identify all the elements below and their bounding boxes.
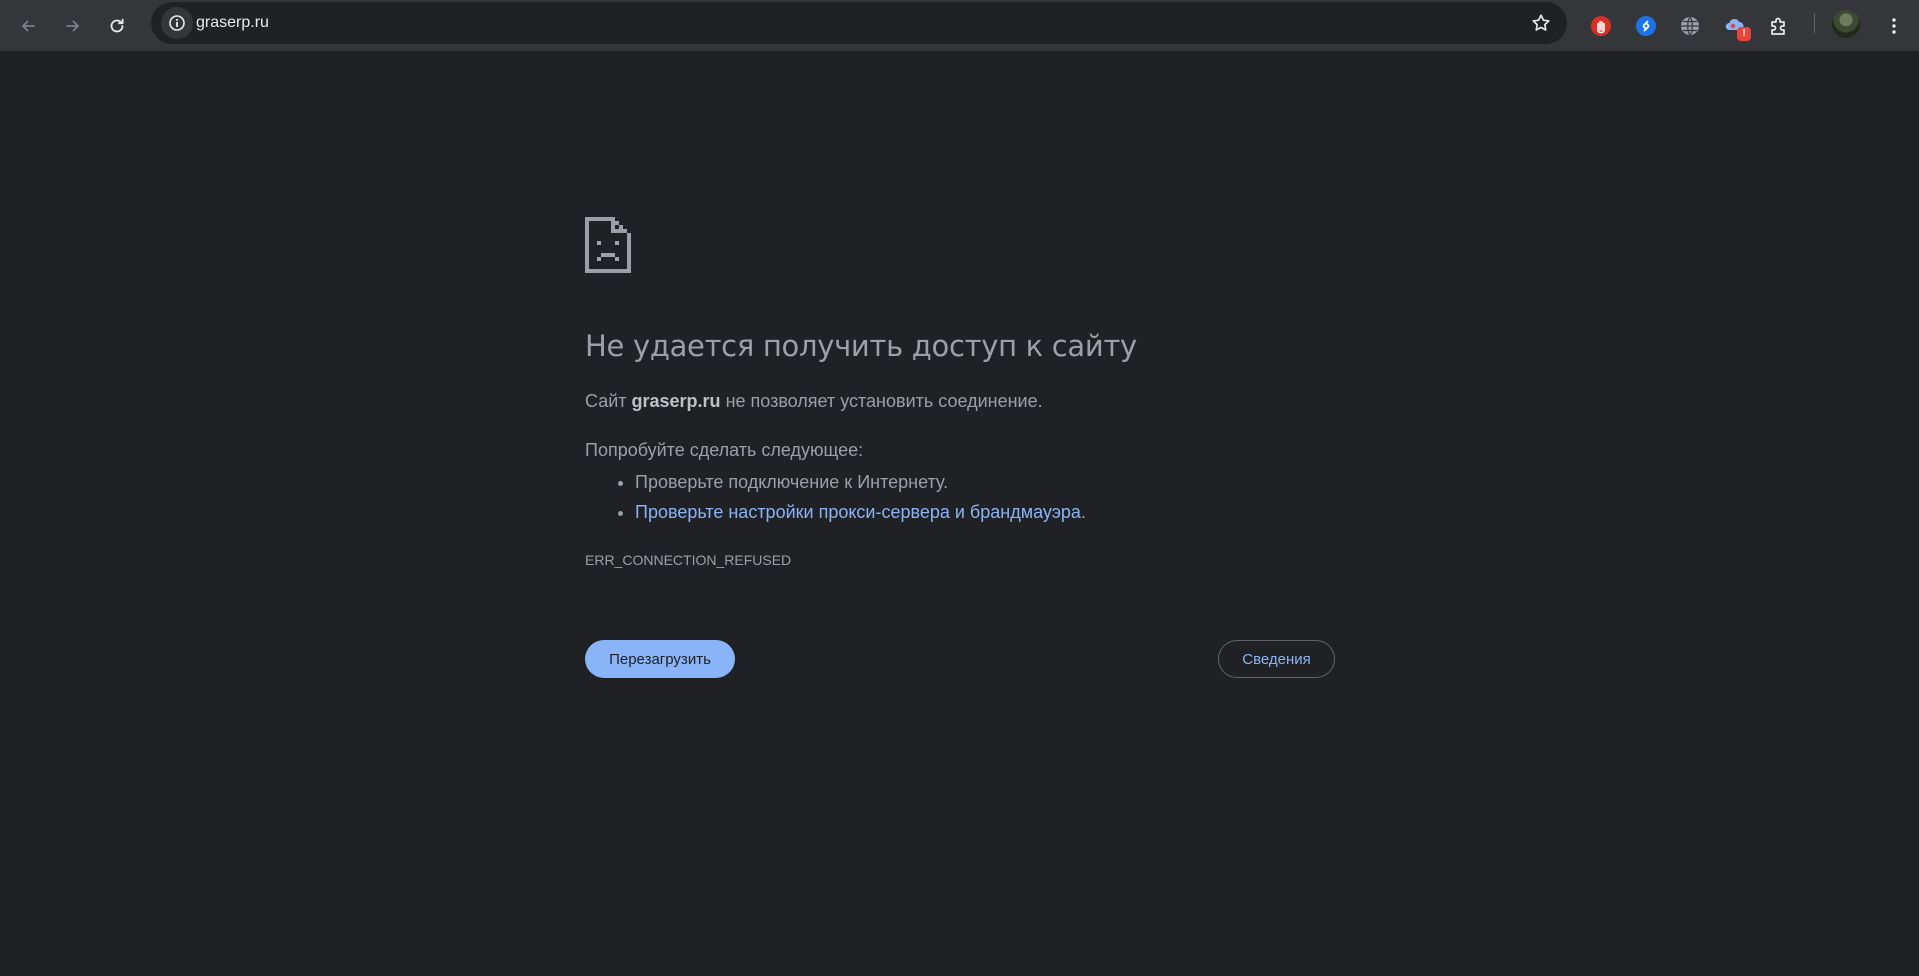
extension-shazam-button[interactable]	[1628, 8, 1664, 44]
reload-page-button[interactable]: Перезагрузить	[585, 640, 735, 678]
browser-menu-button[interactable]	[1876, 8, 1912, 44]
browser-toolbar: graserp.ru !	[0, 0, 1919, 52]
star-icon	[1532, 14, 1550, 31]
suggestions-list: Проверьте подключение к Интернету. Прове…	[585, 467, 1086, 527]
extension-badge: !	[1737, 27, 1751, 41]
url-text[interactable]: graserp.ru	[196, 2, 269, 44]
suggestion-item: Проверьте настройки прокси-сервера и бра…	[635, 497, 1086, 527]
summary-suffix: не позволяет установить соединение.	[720, 391, 1043, 411]
address-bar[interactable]: graserp.ru	[151, 2, 1567, 44]
arrow-left-icon	[22, 20, 35, 32]
suggestion-tail: .	[1080, 502, 1086, 522]
shazam-icon	[1636, 16, 1656, 36]
info-icon	[169, 15, 185, 31]
toolbar-divider	[1814, 13, 1815, 33]
summary-prefix: Сайт	[585, 391, 632, 411]
extension-globe-button[interactable]	[1672, 8, 1708, 44]
proxy-firewall-link[interactable]: Проверьте настройки прокси-сервера и бра…	[635, 502, 1081, 522]
error-heading: Не удается получить доступ к сайту	[585, 329, 1137, 363]
globe-icon	[1681, 16, 1699, 36]
suggestions-title: Попробуйте сделать следующее:	[585, 440, 864, 460]
extension-alert-button[interactable]: !	[1717, 8, 1753, 44]
suggestion-item: Проверьте подключение к Интернету.	[635, 467, 1086, 497]
details-button[interactable]: Сведения	[1218, 640, 1335, 678]
kebab-menu-icon	[1892, 18, 1896, 34]
arrow-right-icon	[66, 20, 79, 32]
puzzle-icon	[1771, 17, 1785, 35]
bookmark-button[interactable]	[1527, 9, 1555, 37]
extensions-menu-button[interactable]	[1761, 8, 1797, 44]
profile-avatar[interactable]	[1832, 10, 1860, 38]
suggestion-check-connection: Проверьте подключение к Интернету.	[635, 472, 949, 492]
error-code: ERR_CONNECTION_REFUSED	[585, 552, 792, 568]
extension-hand-stop-button[interactable]	[1583, 8, 1619, 44]
sad-document-icon	[585, 217, 631, 273]
reload-icon	[110, 18, 124, 33]
reload-button[interactable]	[99, 8, 135, 44]
summary-host: graserp.ru	[631, 391, 721, 411]
site-info-button[interactable]	[161, 7, 193, 39]
back-button[interactable]	[10, 8, 46, 44]
error-summary: Сайт graserp.ru не позволяет установить …	[585, 391, 1043, 412]
hand-stop-icon	[1591, 16, 1611, 36]
forward-button[interactable]	[55, 8, 91, 44]
